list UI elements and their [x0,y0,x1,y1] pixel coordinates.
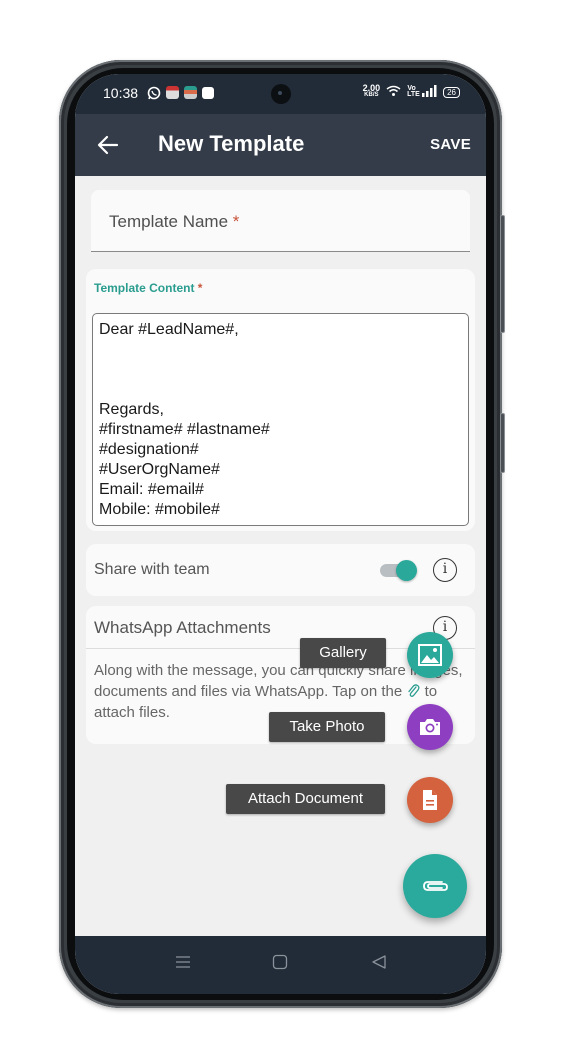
gallery-label[interactable]: Gallery [300,638,386,668]
volte-icon: Vo LTE [407,85,420,98]
document-icon [423,790,437,810]
whatsapp-attachments-title: WhatsApp Attachments [94,618,271,637]
app-toolbar: New Template SAVE [75,114,486,176]
triangle-back-icon [372,955,386,969]
template-content-textarea[interactable]: Dear #LeadName#, Regards, #firstname# #l… [92,313,469,526]
info-icon[interactable]: i [433,558,457,582]
paperclip-icon [423,881,448,891]
back-button[interactable] [95,132,121,158]
paperclip-icon [406,683,420,699]
take-photo-label[interactable]: Take Photo [269,712,385,742]
app-notification-icon [184,86,197,99]
arrow-left-icon [97,135,119,155]
notification-icons [147,86,214,105]
share-with-team-label: Share with team [94,561,210,578]
recent-apps-button[interactable] [175,954,191,975]
menu-icon [176,956,190,968]
wifi-icon [386,85,401,99]
template-content-card: Template Content * Dear #LeadName#, Rega… [86,269,475,531]
status-bar: 10:38 2.00 KB/S Vo LTE 26 [75,74,486,114]
toggle-thumb [396,560,417,581]
signal-icon [422,85,437,99]
network-speed: 2.00 KB/S [362,83,381,99]
take-photo-button[interactable] [407,704,453,750]
checkbox-notification-icon [202,87,214,99]
front-camera [271,84,291,104]
home-square-icon [272,954,288,970]
status-time: 10:38 [103,85,139,101]
volume-button [500,413,505,473]
system-nav-bar [75,936,486,994]
camera-icon [420,719,440,735]
gallery-button[interactable] [407,632,453,678]
power-button [500,215,505,333]
template-name-field[interactable]: Template Name * [91,190,470,252]
template-content-label: Template Content * [94,281,203,295]
template-name-label: Template Name * [109,212,240,231]
screen: 10:38 2.00 KB/S Vo LTE 26 New Template S… [75,74,486,994]
required-mark: * [197,281,203,295]
page-title: New Template [158,131,305,156]
attach-fab-button[interactable] [403,854,467,918]
home-button[interactable] [272,954,288,975]
app-notification-icon [166,86,179,99]
back-nav-button[interactable] [371,954,387,975]
status-right-icons: 2.00 KB/S Vo LTE 26 [362,83,460,99]
share-with-team-toggle[interactable] [380,560,417,581]
attach-document-label[interactable]: Attach Document [226,784,385,814]
save-button[interactable]: SAVE [430,136,471,153]
attach-document-button[interactable] [407,777,453,823]
battery-icon: 26 [443,86,460,98]
whatsapp-icon [147,86,161,105]
required-mark: * [232,212,240,231]
image-icon [418,644,442,666]
share-with-team-row: Share with team i [86,544,475,596]
